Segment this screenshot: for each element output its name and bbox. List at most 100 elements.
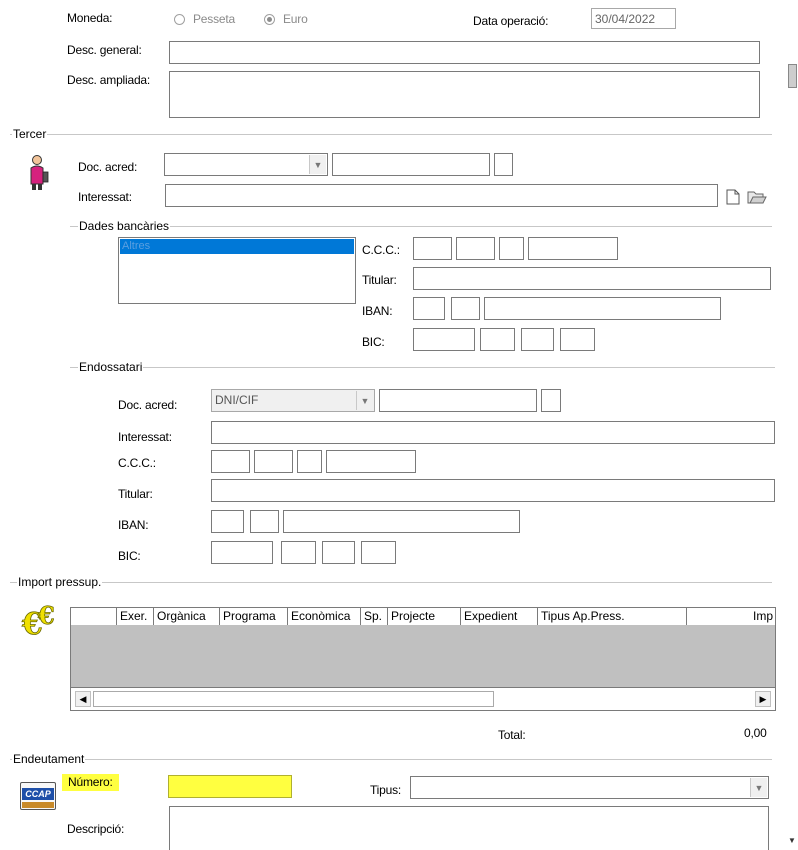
- col-sp[interactable]: Sp.: [361, 608, 388, 625]
- end-titular-input[interactable]: [211, 479, 775, 502]
- end-doc-acred-combo[interactable]: DNI/CIF ▼: [211, 389, 375, 412]
- vscroll-thumb[interactable]: [788, 64, 797, 88]
- end-iban-label: IBAN:: [118, 518, 149, 532]
- descripcio-label: Descripció:: [67, 822, 125, 836]
- total-label: Total:: [498, 728, 526, 742]
- grid-header-blank: [71, 608, 117, 625]
- end-bic-country-input[interactable]: [281, 541, 316, 564]
- endossatari-group-line: [70, 367, 775, 368]
- col-projecte[interactable]: Projecte: [388, 608, 461, 625]
- bic-location-input[interactable]: [521, 328, 554, 351]
- chevron-down-icon[interactable]: ▼: [309, 155, 326, 174]
- endeutament-group-line: [10, 759, 772, 760]
- tercer-group-title: Tercer: [12, 127, 48, 141]
- col-import[interactable]: Imp: [687, 608, 775, 625]
- bic-country-input[interactable]: [480, 328, 515, 351]
- doc-acred-label: Doc. acred:: [78, 160, 138, 174]
- end-titular-label: Titular:: [118, 487, 153, 501]
- end-interessat-input[interactable]: [211, 421, 775, 444]
- endossatari-group-title: Endossatari: [78, 360, 144, 374]
- ccc-label: C.C.C.:: [362, 243, 400, 257]
- bank-group-line: [70, 226, 772, 227]
- scroll-thumb[interactable]: [93, 691, 494, 707]
- titular-input[interactable]: [413, 267, 771, 290]
- chevron-down-icon[interactable]: ▼: [356, 391, 373, 410]
- budget-grid-body[interactable]: [70, 625, 776, 687]
- desc-ampliada-input[interactable]: [169, 71, 760, 118]
- end-iban-country-input[interactable]: [211, 510, 244, 533]
- interessat-label: Interessat:: [78, 190, 132, 204]
- ccap-icon: CCAP: [20, 782, 56, 816]
- titular-label: Titular:: [362, 273, 397, 287]
- end-ccc-office-input[interactable]: [254, 450, 293, 473]
- budget-grid-header: Exer. Orgànica Programa Econòmica Sp. Pr…: [70, 607, 776, 625]
- total-value: 0,00: [744, 726, 767, 740]
- end-doc-check-input[interactable]: [541, 389, 561, 412]
- end-bic-location-input[interactable]: [322, 541, 355, 564]
- numero-input[interactable]: [168, 775, 292, 798]
- endeutament-group-title: Endeutament: [12, 752, 86, 766]
- radio-euro[interactable]: [264, 14, 275, 25]
- bic-branch-input[interactable]: [560, 328, 595, 351]
- col-economica[interactable]: Econòmica: [288, 608, 361, 625]
- ccc-entity-input[interactable]: [413, 237, 452, 260]
- end-bic-branch-input[interactable]: [361, 541, 396, 564]
- end-ccc-entity-input[interactable]: [211, 450, 250, 473]
- data-operacio-label: Data operació:: [473, 14, 549, 28]
- iban-check-input[interactable]: [451, 297, 480, 320]
- import-group-title: Import pressup.: [17, 575, 103, 589]
- moneda-label: Moneda:: [67, 11, 113, 25]
- radio-euro-label: Euro: [283, 12, 308, 26]
- ccc-dc-input[interactable]: [499, 237, 524, 260]
- desc-ampliada-label: Desc. ampliada:: [67, 73, 151, 87]
- end-ccc-dc-input[interactable]: [297, 450, 322, 473]
- end-iban-check-input[interactable]: [250, 510, 279, 533]
- col-programa[interactable]: Programa: [220, 608, 288, 625]
- col-tipus-ap-press[interactable]: Tipus Ap.Press.: [538, 608, 687, 625]
- doc-acred-check-input[interactable]: [494, 153, 513, 176]
- data-operacio-field[interactable]: 30/04/2022: [591, 8, 676, 29]
- end-ccc-account-input[interactable]: [326, 450, 416, 473]
- bic-bank-input[interactable]: [413, 328, 475, 351]
- scroll-left-icon[interactable]: ◀: [75, 691, 91, 707]
- end-ccc-label: C.C.C.:: [118, 456, 156, 470]
- person-icon: [28, 154, 50, 192]
- import-group-line: [10, 582, 772, 583]
- bank-account-list[interactable]: Altres: [118, 237, 356, 304]
- doc-acred-number-input[interactable]: [332, 153, 490, 176]
- col-expedient[interactable]: Expedient: [461, 608, 538, 625]
- scroll-right-icon[interactable]: ▶: [755, 691, 771, 707]
- tipus-combo[interactable]: ▼: [410, 776, 769, 799]
- end-iban-account-input[interactable]: [283, 510, 520, 533]
- ccc-office-input[interactable]: [456, 237, 495, 260]
- chevron-down-icon[interactable]: ▼: [750, 778, 767, 797]
- desc-general-label: Desc. general:: [67, 43, 142, 57]
- scroll-down-icon[interactable]: ▼: [788, 836, 796, 845]
- descripcio-input[interactable]: [169, 806, 769, 850]
- end-doc-number-input[interactable]: [379, 389, 537, 412]
- end-bic-bank-input[interactable]: [211, 541, 273, 564]
- interessat-input[interactable]: [165, 184, 718, 207]
- doc-acred-combo[interactable]: ▼: [164, 153, 328, 176]
- col-exer[interactable]: Exer.: [117, 608, 154, 625]
- iban-label: IBAN:: [362, 304, 393, 318]
- grid-hscrollbar[interactable]: ◀ ▶: [70, 687, 776, 711]
- new-document-icon[interactable]: [726, 189, 740, 205]
- window-vscrollbar[interactable]: ▼: [787, 0, 798, 850]
- iban-country-input[interactable]: [413, 297, 445, 320]
- radio-pesseta[interactable]: [174, 14, 185, 25]
- radio-pesseta-label: Pesseta: [193, 12, 235, 26]
- euro-coins-icon: € €: [20, 600, 70, 643]
- end-doc-acred-label: Doc. acred:: [118, 398, 178, 412]
- tipus-label: Tipus:: [370, 783, 402, 797]
- col-organica[interactable]: Orgànica: [154, 608, 220, 625]
- open-folder-icon[interactable]: [747, 189, 767, 205]
- ccc-account-input[interactable]: [528, 237, 618, 260]
- numero-label: Número:: [62, 774, 119, 791]
- end-interessat-label: Interessat:: [118, 430, 172, 444]
- desc-general-input[interactable]: [169, 41, 760, 64]
- tercer-group-line: [10, 134, 772, 135]
- iban-account-input[interactable]: [484, 297, 721, 320]
- bank-list-item-selected[interactable]: Altres: [120, 239, 354, 254]
- bic-label: BIC:: [362, 335, 385, 349]
